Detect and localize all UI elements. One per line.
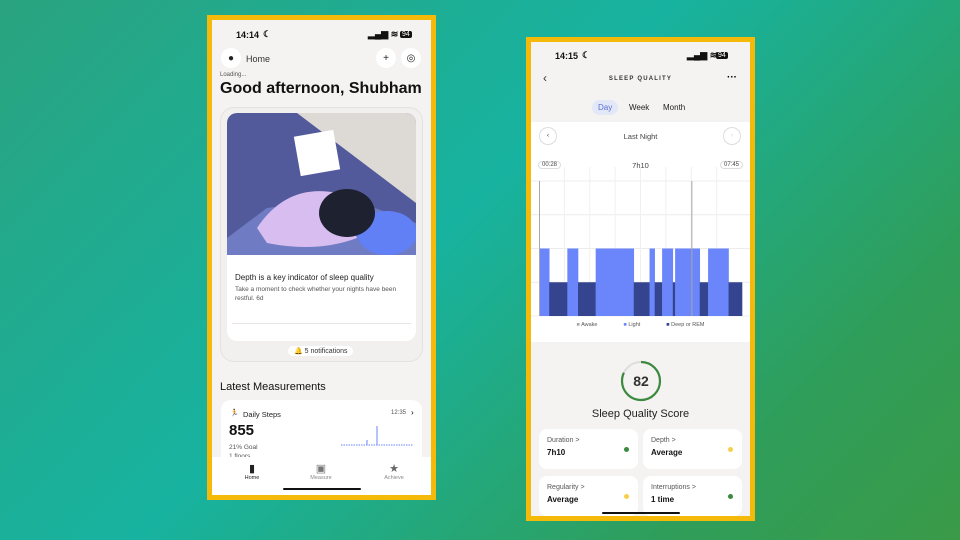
user-icon: ● <box>227 52 235 64</box>
metric-regularity[interactable]: Regularity > Average <box>539 476 638 516</box>
chevron-right-icon: › <box>411 408 414 417</box>
reading-illustration <box>227 113 416 255</box>
metric-duration[interactable]: Duration >7h10 <box>539 429 638 469</box>
sleep-segment-deep <box>699 282 709 316</box>
home-indicator <box>602 512 680 514</box>
notifications-button[interactable]: 🔔 5 notifications <box>288 346 354 356</box>
nav-home[interactable]: ▮ Home <box>227 462 277 481</box>
legend-awake: ■ Awake <box>576 322 598 328</box>
sleep-segment-light <box>595 248 635 316</box>
home-phone: 14:14 ☾ ▂▄▆ ≋ 94 ● Home + ◎ Loading... G… <box>207 15 436 500</box>
sleep-segment-light <box>675 248 701 316</box>
tab-day[interactable]: Day <box>592 100 619 115</box>
plus-icon: + <box>383 52 389 64</box>
insight-title: Depth is a key indicator of sleep qualit… <box>235 273 374 282</box>
running-icon: 🏃 <box>230 410 239 417</box>
metric-interruptions[interactable]: Interruptions >1 time <box>643 476 742 516</box>
steps-label: Daily Steps <box>243 410 281 419</box>
status-dot <box>728 494 733 499</box>
sleep-segment-light <box>539 248 550 316</box>
sleep-segment-light <box>662 248 674 316</box>
device-button[interactable]: ◎ <box>401 48 421 68</box>
battery: 94 <box>400 31 412 38</box>
watch-icon: ◎ <box>406 52 416 64</box>
legend-light: ■ Light <box>623 322 641 328</box>
insight-card[interactable]: Depth is a key indicator of sleep qualit… <box>227 113 416 341</box>
sleep-segment-deep <box>549 282 568 316</box>
sleep-segment-light <box>567 248 579 316</box>
screen-title: SLEEP QUALITY <box>608 76 673 82</box>
status-dot <box>624 494 629 499</box>
metric-depth[interactable]: Depth > Average <box>643 429 742 469</box>
period-label: Last Night <box>623 132 658 141</box>
signal-wifi-icons: ▂▄▆ ≋ <box>687 50 718 60</box>
battery: 94 <box>716 52 728 59</box>
sleep-segment-deep <box>633 282 650 316</box>
status-time: 14:15 <box>555 51 579 61</box>
more-icon[interactable]: ··· <box>727 72 737 83</box>
steps-time: 12:35 <box>391 410 407 416</box>
page-title: Home <box>246 54 271 64</box>
insight-body: Take a moment to check whether your nigh… <box>235 286 397 302</box>
steps-sparkline <box>341 426 413 446</box>
divider <box>232 323 411 324</box>
steps-value: 855 <box>229 422 255 439</box>
tab-week[interactable]: Week <box>623 100 655 115</box>
nav-measure[interactable]: ▣ Measure <box>296 462 346 481</box>
status-dot <box>624 447 629 452</box>
legend-deep: ■ Deep or REM <box>666 322 705 328</box>
sleep-segment-deep <box>578 282 596 316</box>
sleep-phone: 14:15 ☾ ▂▄▆ ≋ 94 ‹ SLEEP QUALITY ··· Day… <box>526 37 755 521</box>
bell-icon: 🔔 <box>294 348 303 355</box>
status-dot <box>728 447 733 452</box>
status-time: 14:14 <box>236 30 260 40</box>
moon-icon: ☾ <box>582 50 591 60</box>
sleep-segment-deep <box>654 282 663 316</box>
sleep-segment-light <box>708 248 729 316</box>
sleep-chart <box>531 167 750 317</box>
score-label: Sleep Quality Score <box>591 408 690 420</box>
sleep-segment-awake <box>539 181 540 316</box>
sleep-segment-deep <box>728 282 743 316</box>
moon-icon: ☾ <box>263 29 272 39</box>
notifications-count: 5 notifications <box>304 348 348 355</box>
steps-goal: 21% Goal <box>229 444 258 451</box>
loading-text: Loading... <box>220 72 247 78</box>
nav-label: Home <box>244 475 260 481</box>
signal-wifi-icons: ▂▄▆ ≋ <box>368 29 399 39</box>
greeting: Good afternoon, Shubham <box>220 80 422 97</box>
chart-legend: ■ Awake ■ Light ■ Deep or REM <box>531 322 750 328</box>
nav-achieve[interactable]: ★ Achieve <box>369 462 419 481</box>
tab-month[interactable]: Month <box>657 100 691 115</box>
sleep-segment-awake <box>691 181 693 316</box>
sleep-segment-light <box>649 248 655 316</box>
add-button[interactable]: + <box>376 48 396 68</box>
next-button[interactable]: › <box>723 127 741 145</box>
score-value: 82 <box>633 373 649 389</box>
chart-icon: ▣ <box>315 463 327 475</box>
sleep-segment-deep <box>672 282 676 316</box>
home-indicator <box>283 488 361 490</box>
nav-label: Achieve <box>384 475 404 481</box>
profile-button[interactable]: ● <box>221 48 241 68</box>
nav-label: Measure <box>310 475 332 481</box>
section-heading: Latest Measurements <box>220 381 326 393</box>
bookmark-icon: ▮ <box>248 463 256 475</box>
star-icon: ★ <box>389 463 399 475</box>
